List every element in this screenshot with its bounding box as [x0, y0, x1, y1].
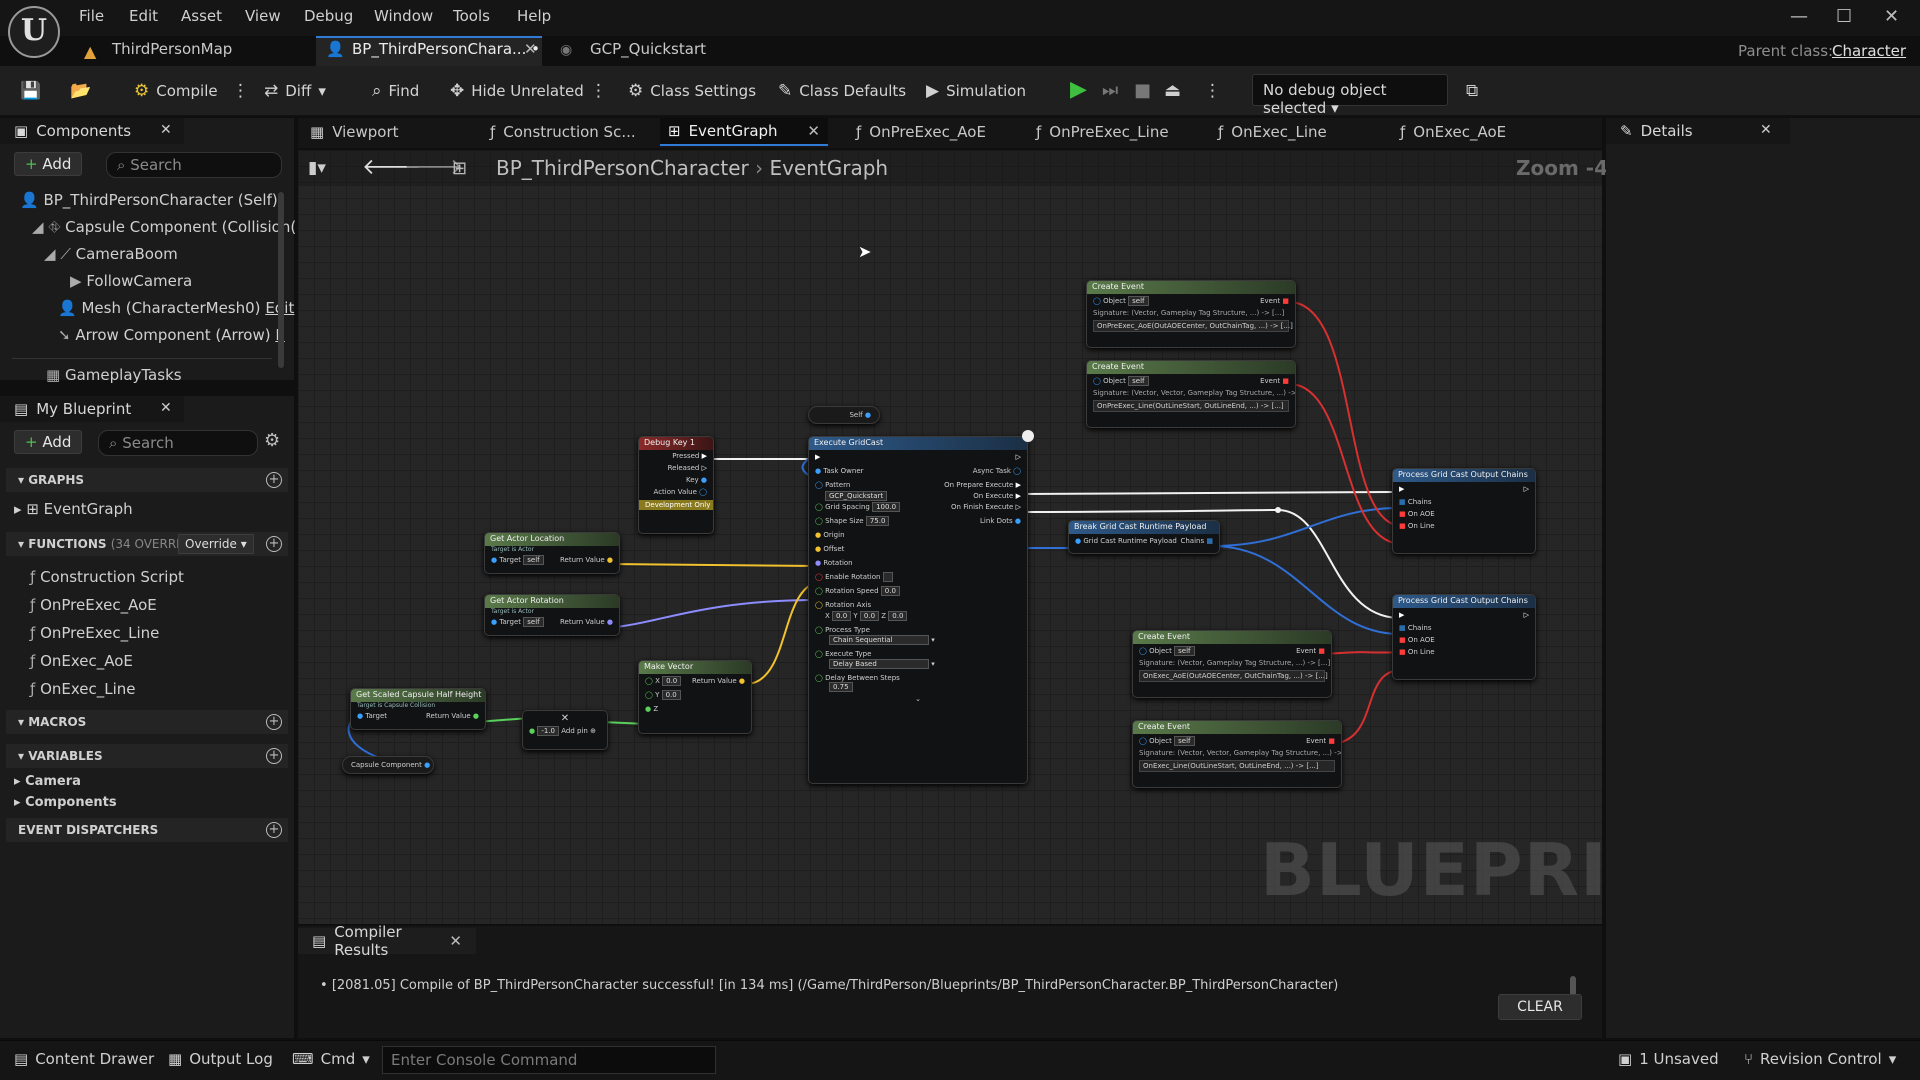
node-process-grid-cast-output-chains-2[interactable]: Process Grid Cast Output Chains ▶ ▷ ▦ Cha… — [1392, 594, 1536, 680]
node-get-actor-location[interactable]: Get Actor Location Target is Actor ● Tar… — [484, 532, 620, 574]
expand-node-icon[interactable]: ⌄ — [809, 691, 1027, 703]
wire-reroute — [1275, 507, 1281, 513]
node-title: Create Event — [1087, 281, 1295, 294]
mouse-cursor-icon: ➤ — [858, 242, 872, 261]
compiler-icon: ▤ — [312, 932, 327, 950]
compiler-results-tab[interactable]: ▤ Compiler Results ✕ — [298, 923, 476, 959]
node-title: Make Vector — [639, 661, 751, 674]
unsaved-icon: ▣ — [1618, 1050, 1633, 1068]
cmd-dropdown[interactable]: ⌨ Cmd ▾ — [292, 1050, 370, 1068]
node-title: Process Grid Cast Output Chains — [1393, 469, 1535, 482]
close-panel-icon[interactable]: ✕ — [1760, 122, 1772, 138]
content-drawer-button[interactable]: ▤ Content Drawer — [14, 1050, 154, 1068]
close-tab-icon[interactable]: ✕ — [449, 932, 462, 950]
node-title: Debug Key 1 — [639, 437, 713, 450]
function-select[interactable]: OnPreExec_AoE(OutAOECenter, OutChainTag,… — [1093, 320, 1293, 332]
node-title: Get Actor Location — [485, 533, 619, 546]
compiler-scrollbar[interactable] — [1570, 976, 1576, 996]
console-command-input[interactable]: Enter Console Command — [382, 1046, 716, 1074]
revision-control-icon: ⑂ — [1744, 1050, 1754, 1068]
node-create-event-exec-line[interactable]: Create Event ◯ Object self Event ■ Signat… — [1132, 720, 1342, 788]
node-title: Get Scaled Capsule Half Height — [351, 689, 485, 702]
function-select[interactable]: OnExec_Line(OutLineStart, OutLineEnd, ..… — [1139, 760, 1335, 772]
node-create-event-exec-aoe[interactable]: Create Event ◯ Object self Event ■ Signat… — [1132, 630, 1332, 698]
terminal-icon: ⌨ — [292, 1050, 314, 1068]
details-panel — [1606, 118, 1920, 1038]
content-drawer-icon: ▤ — [14, 1050, 29, 1068]
wire-rotation — [605, 599, 819, 629]
node-capsule-component[interactable]: Capsule Component ● — [342, 756, 434, 774]
function-select[interactable]: OnExec_AoE(OutAOECenter, OutChainTag, ..… — [1139, 670, 1328, 682]
clear-button[interactable]: CLEAR — [1498, 994, 1582, 1020]
node-break-grid-cast-payload[interactable]: Break Grid Cast Runtime Payload ● Grid C… — [1068, 520, 1220, 554]
node-make-vector[interactable]: Make Vector ◯ X 0.0 Return Value ● ◯ Y 0.… — [638, 660, 752, 734]
node-title: Create Event — [1133, 721, 1341, 734]
unsaved-button[interactable]: ▣ 1 Unsaved — [1618, 1050, 1719, 1068]
node-get-scaled-capsule-half-height[interactable]: Get Scaled Capsule Half Height Target is… — [350, 688, 486, 730]
node-title: Get Actor Rotation — [485, 595, 619, 608]
node-self[interactable]: Self ● — [808, 406, 880, 424]
revision-control-button[interactable]: ⑂ Revision Control ▾ — [1744, 1050, 1896, 1068]
wire-location — [605, 563, 819, 567]
node-process-grid-cast-output-chains-1[interactable]: Process Grid Cast Output Chains ▶ ▷ ▦ Cha… — [1392, 468, 1536, 554]
node-execute-gridcast[interactable]: Execute GridCast ▶ ▷ ● Task Owner Async Ta… — [808, 436, 1028, 784]
node-multiply[interactable]: ✕ ● -1.0 Add pin ⊕ — [522, 710, 608, 750]
enable-rotation-checkbox[interactable] — [882, 572, 893, 582]
wire-exec-prepare — [1020, 491, 1393, 495]
wire-event-exec-aoe — [1323, 651, 1401, 655]
node-breakpoint-icon[interactable] — [1022, 430, 1034, 442]
function-select[interactable]: OnPreExec_Line(OutLineStart, OutLineEnd,… — [1093, 400, 1289, 412]
details-icon: ✎ — [1620, 122, 1633, 140]
output-log-icon: ▦ — [168, 1050, 183, 1068]
wire-event-exec-line — [1331, 669, 1401, 745]
node-debug-key[interactable]: Debug Key 1 Pressed ▶ Released ▷ Key ● A… — [638, 436, 714, 534]
node-title: Create Event — [1087, 361, 1295, 374]
wire-event-preexec-line — [1291, 383, 1401, 545]
node-get-actor-rotation[interactable]: Get Actor Rotation Target is Actor ● Tar… — [484, 594, 620, 636]
output-log-button[interactable]: ▦ Output Log — [168, 1050, 273, 1068]
node-title: Execute GridCast — [809, 437, 1027, 450]
node-title: Process Grid Cast Output Chains — [1393, 595, 1535, 608]
node-create-event-preexec-line[interactable]: Create Event ◯ Object self Event ■ Signat… — [1086, 360, 1296, 428]
chevron-down-icon: ▾ — [1888, 1050, 1897, 1068]
wire-chains-2 — [1211, 545, 1401, 635]
compiler-message: • [2081.05] Compile of BP_ThirdPersonCha… — [320, 978, 1339, 993]
node-title: Create Event — [1133, 631, 1331, 644]
chevron-down-icon: ▾ — [362, 1050, 370, 1068]
node-title: Break Grid Cast Runtime Payload — [1069, 521, 1219, 534]
node-create-event-preexec-aoe[interactable]: Create Event ◯ Object self Event ■ Signat… — [1086, 280, 1296, 348]
